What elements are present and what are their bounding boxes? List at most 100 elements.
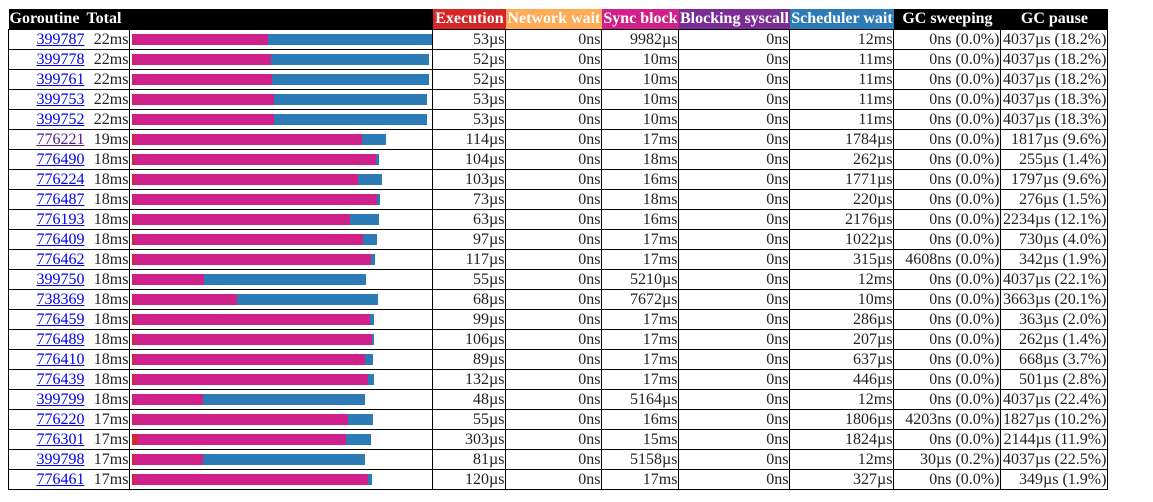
header-gc-pause[interactable]: GC pause (1000, 9, 1108, 30)
goroutine-link[interactable]: 776409 (36, 231, 84, 248)
table-row: 399750 18ms 55µs 0ns 5210µs 0ns 12ms 0ns (0.0%)… (8, 269, 1109, 290)
goroutine-id-cell: 399750 (8, 269, 86, 290)
bar-segment-scheduler-wait (371, 334, 375, 345)
bar-segment-sync-block (133, 114, 274, 125)
gc-pause-cell: 4037µs (18.3%) (1000, 89, 1109, 110)
goroutine-link[interactable]: 399799 (36, 391, 84, 408)
goroutine-id-cell: 776489 (8, 329, 86, 350)
gc-pause-cell: 4037µs (22.5%) (1000, 449, 1109, 470)
goroutine-link[interactable]: 776193 (36, 211, 84, 228)
table-row: 399761 22ms 52µs 0ns 10ms 0ns 11ms 0ns (0.0%) 40… (8, 69, 1109, 90)
breakdown-bar-cell (129, 369, 434, 390)
header-execution[interactable]: Execution (432, 9, 506, 30)
goroutine-link[interactable]: 399750 (36, 271, 84, 288)
header-network-wait[interactable]: Network wait (505, 9, 602, 30)
sync-block-cell: 17ms (601, 129, 680, 150)
header-sync-block[interactable]: Sync block (601, 9, 679, 30)
breakdown-bar (132, 114, 432, 125)
total-cell: 17ms (85, 429, 131, 450)
bar-segment-sync-block (133, 274, 204, 285)
goroutine-link[interactable]: 776220 (36, 411, 84, 428)
goroutine-link[interactable]: 776462 (36, 251, 84, 268)
bar-segment-scheduler-wait (375, 154, 380, 165)
scheduler-wait-cell: 11ms (789, 69, 895, 90)
table-row: 399753 22ms 53µs 0ns 10ms 0ns 11ms 0ns (0.0%) 40… (8, 89, 1109, 110)
goroutine-id-cell: 738369 (8, 289, 86, 310)
gc-sweeping-cell: 0ns (0.0%) (893, 269, 1002, 290)
blocking-syscall-cell: 0ns (678, 349, 791, 370)
blocking-syscall-cell: 0ns (678, 249, 791, 270)
bar-segment-scheduler-wait (271, 54, 430, 65)
network-wait-cell: 0ns (505, 209, 603, 230)
goroutine-link[interactable]: 399778 (36, 51, 84, 68)
bar-segment-scheduler-wait (363, 234, 378, 245)
goroutine-link[interactable]: 776461 (36, 471, 84, 488)
goroutine-link[interactable]: 776439 (36, 371, 84, 388)
goroutine-link[interactable]: 399798 (36, 451, 84, 468)
goroutine-link[interactable]: 399787 (36, 31, 84, 48)
bar-segment-scheduler-wait (203, 394, 366, 405)
table-row: 776439 18ms 132µs 0ns 17ms 0ns 446µs 0ns (0.0%)… (8, 369, 1109, 390)
total-cell: 18ms (85, 389, 131, 410)
bar-segment-sync-block (133, 34, 269, 45)
gc-pause-cell: 4037µs (18.3%) (1000, 109, 1109, 130)
bar-segment-scheduler-wait (268, 34, 432, 45)
gc-pause-cell: 501µs (2.8%) (1000, 369, 1109, 390)
goroutine-link[interactable]: 738369 (36, 291, 84, 308)
goroutine-link[interactable]: 776459 (36, 311, 84, 328)
goroutine-link[interactable]: 399761 (36, 71, 84, 88)
execution-cell: 53µs (432, 29, 507, 50)
goroutine-link[interactable]: 776487 (36, 191, 84, 208)
bar-segment-scheduler-wait (349, 214, 380, 225)
goroutine-link[interactable]: 399752 (36, 111, 84, 128)
gc-sweeping-cell: 4203ns (0.0%) (893, 409, 1002, 430)
execution-cell: 120µs (432, 469, 507, 490)
gc-sweeping-cell: 0ns (0.0%) (893, 89, 1002, 110)
sync-block-cell: 16ms (601, 209, 680, 230)
table-row: 399798 17ms 81µs 0ns 5158µs 0ns 12ms 30µs (0.2%… (8, 449, 1109, 470)
header-total[interactable]: Total (85, 9, 433, 30)
goroutine-link[interactable]: 776489 (36, 331, 84, 348)
bar-segment-sync-block (133, 54, 272, 65)
total-cell: 18ms (85, 249, 131, 270)
goroutine-link[interactable]: 776301 (36, 431, 84, 448)
gc-pause-cell: 4037µs (18.2%) (1000, 69, 1109, 90)
goroutine-link[interactable]: 776224 (36, 171, 84, 188)
gc-pause-cell: 3663µs (20.1%) (1000, 289, 1109, 310)
blocking-syscall-cell: 0ns (678, 389, 791, 410)
gc-sweeping-cell: 0ns (0.0%) (893, 429, 1002, 450)
breakdown-bar (132, 214, 432, 225)
bar-segment-scheduler-wait (271, 74, 429, 85)
total-cell: 18ms (85, 309, 131, 330)
sync-block-cell: 17ms (601, 369, 680, 390)
gc-pause-cell: 4037µs (18.2%) (1000, 29, 1109, 50)
bar-segment-sync-block (133, 74, 272, 85)
breakdown-bar-cell (129, 89, 434, 110)
sync-block-cell: 10ms (601, 109, 680, 130)
goroutine-link[interactable]: 399753 (36, 91, 84, 108)
goroutine-link[interactable]: 776490 (36, 151, 84, 168)
goroutine-link[interactable]: 776410 (36, 351, 84, 368)
gc-pause-cell: 2234µs (12.1%) (1000, 209, 1109, 230)
network-wait-cell: 0ns (505, 289, 603, 310)
scheduler-wait-cell: 220µs (789, 189, 895, 210)
goroutine-id-cell: 399799 (8, 389, 86, 410)
breakdown-bar (132, 254, 432, 265)
bar-segment-sync-block (136, 434, 346, 445)
goroutine-link[interactable]: 776221 (36, 131, 84, 148)
header-goroutine[interactable]: Goroutine (8, 9, 86, 30)
header-blocking-syscall[interactable]: Blocking syscall (678, 9, 790, 30)
network-wait-cell: 0ns (505, 449, 603, 470)
breakdown-bar-cell (129, 289, 434, 310)
gc-sweeping-cell: 0ns (0.0%) (893, 149, 1002, 170)
header-gc-sweeping[interactable]: GC sweeping (893, 9, 1001, 30)
sync-block-cell: 17ms (601, 329, 680, 350)
table-row: 776193 18ms 63µs 0ns 16ms 0ns 2176µs 0ns (0.0%)… (8, 209, 1109, 230)
goroutine-id-cell: 399798 (8, 449, 86, 470)
sync-block-cell: 7672µs (601, 289, 680, 310)
gc-sweeping-cell: 0ns (0.0%) (893, 29, 1002, 50)
breakdown-bar-cell (129, 169, 434, 190)
scheduler-wait-cell: 286µs (789, 309, 895, 330)
bar-segment-scheduler-wait (203, 454, 366, 465)
header-scheduler-wait[interactable]: Scheduler wait (789, 9, 894, 30)
